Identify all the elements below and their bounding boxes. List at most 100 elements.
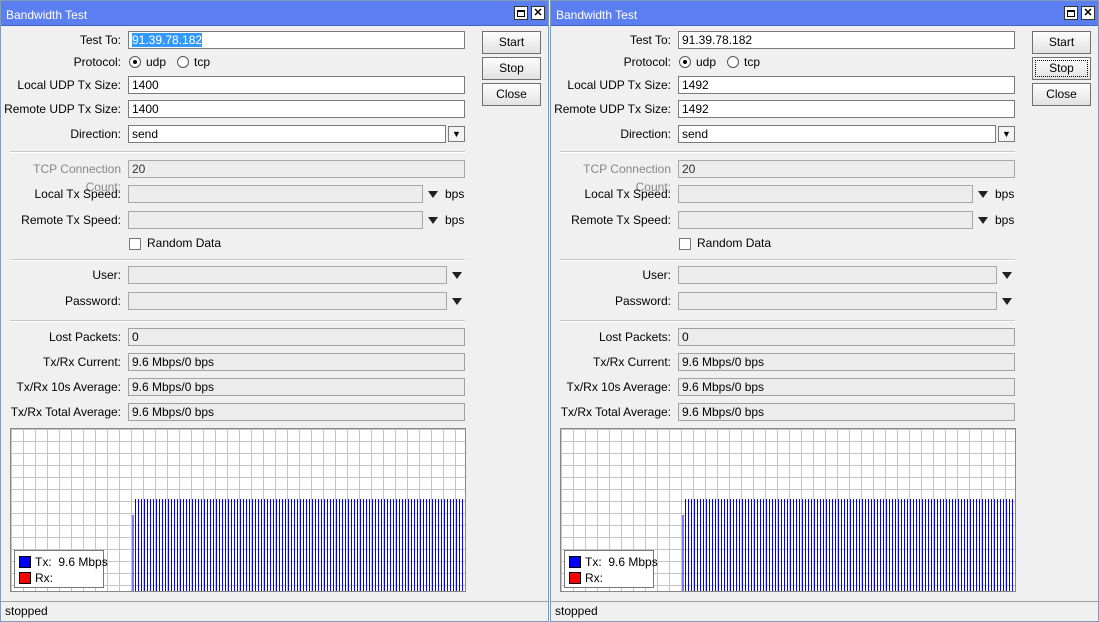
tcp-connection-count-input[interactable]: 20 xyxy=(678,160,1015,178)
bandwidth-test-window-1: Bandwidth Test ✕ Test To: 91.39.78.182 P… xyxy=(0,0,549,622)
direction-dropdown-icon[interactable]: ▼ xyxy=(448,126,465,142)
start-button[interactable]: Start xyxy=(482,31,541,54)
txrx-current-value: 9.6 Mbps/0 bps xyxy=(678,353,1015,371)
lost-packets-value: 0 xyxy=(678,328,1015,346)
password-label: Password: xyxy=(64,294,121,308)
user-input[interactable] xyxy=(678,266,997,284)
local-tx-speed-label: Local Tx Speed: xyxy=(34,187,121,201)
tcp-connection-count-label: TCP Connection Count: xyxy=(583,162,671,194)
password-input[interactable] xyxy=(678,292,997,310)
local-tx-speed-label: Local Tx Speed: xyxy=(584,187,671,201)
graph-legend: Tx: 9.6 Mbps Rx: xyxy=(564,550,658,588)
separator xyxy=(560,259,1015,261)
remote-tx-speed-label: Remote Tx Speed: xyxy=(21,213,121,227)
separator xyxy=(560,320,1015,322)
close-icon[interactable]: ✕ xyxy=(531,6,545,20)
protocol-tcp-label: tcp xyxy=(744,55,761,69)
remote-tx-speed-input[interactable] xyxy=(678,211,973,229)
local-udp-tx-size-label: Local UDP Tx Size: xyxy=(567,78,671,92)
password-dropdown-icon[interactable] xyxy=(1002,298,1012,305)
tcp-connection-count-label: TCP Connection Count: xyxy=(33,162,121,194)
traffic-graph: Tx: 9.6 Mbps Rx: xyxy=(10,428,466,592)
local-tx-speed-unit: bps xyxy=(445,187,465,201)
lost-packets-value: 0 xyxy=(128,328,465,346)
protocol-udp-radio[interactable] xyxy=(129,56,141,68)
password-input[interactable] xyxy=(128,292,447,310)
rx-legend-label: Rx: xyxy=(585,571,603,585)
test-to-label: Test To: xyxy=(79,33,121,47)
direction-dropdown-icon[interactable]: ▼ xyxy=(998,126,1015,142)
user-label: User: xyxy=(92,268,121,282)
close-button[interactable]: Close xyxy=(482,83,541,106)
protocol-tcp-radio[interactable] xyxy=(177,56,189,68)
test-to-value: 91.39.78.182 xyxy=(682,33,753,47)
tx-legend-text: Tx: 9.6 Mbps xyxy=(35,555,108,569)
lost-packets-label: Lost Packets: xyxy=(48,330,121,344)
close-button[interactable]: Close xyxy=(1032,83,1091,106)
tx-legend-swatch xyxy=(19,556,31,568)
direction-select[interactable]: send xyxy=(678,125,996,143)
tx-legend-label: Tx: xyxy=(585,555,602,569)
direction-label: Direction: xyxy=(70,127,121,141)
local-tx-speed-input[interactable] xyxy=(128,185,423,203)
password-dropdown-icon[interactable] xyxy=(452,298,462,305)
remote-tx-speed-input[interactable] xyxy=(128,211,423,229)
protocol-tcp-radio[interactable] xyxy=(727,56,739,68)
close-icon[interactable]: ✕ xyxy=(1081,6,1095,20)
tx-legend-label: Tx: xyxy=(35,555,52,569)
txrx-10s-average-value: 9.6 Mbps/0 bps xyxy=(678,378,1015,396)
random-data-label: Random Data xyxy=(697,236,772,250)
stop-button[interactable]: Stop xyxy=(1032,57,1091,80)
maximize-icon[interactable] xyxy=(1064,6,1078,20)
graph-legend: Tx: 9.6 Mbps Rx: xyxy=(14,550,108,588)
user-dropdown-icon[interactable] xyxy=(452,272,462,279)
txrx-total-average-value: 9.6 Mbps/0 bps xyxy=(128,403,465,421)
random-data-label: Random Data xyxy=(147,236,222,250)
user-label: User: xyxy=(642,268,671,282)
random-data-checkbox[interactable] xyxy=(129,238,141,250)
local-tx-speed-input[interactable] xyxy=(678,185,973,203)
separator xyxy=(10,320,465,322)
protocol-tcp-label: tcp xyxy=(194,55,211,69)
tx-legend-text: Tx: 9.6 Mbps xyxy=(585,555,658,569)
txrx-total-average-value: 9.6 Mbps/0 bps xyxy=(678,403,1015,421)
test-to-input[interactable]: 91.39.78.182 xyxy=(678,31,1015,49)
local-tx-speed-unit: bps xyxy=(995,187,1015,201)
test-to-input[interactable]: 91.39.78.182 xyxy=(128,31,465,49)
direction-select[interactable]: send xyxy=(128,125,446,143)
tx-legend-value: 9.6 Mbps xyxy=(608,555,658,569)
remote-udp-tx-size-label: Remote UDP Tx Size: xyxy=(4,102,121,116)
tcp-connection-count-input[interactable]: 20 xyxy=(128,160,465,178)
txrx-current-label: Tx/Rx Current: xyxy=(592,355,671,369)
txrx-current-label: Tx/Rx Current: xyxy=(42,355,121,369)
remote-tx-speed-dropdown-icon[interactable] xyxy=(978,217,988,224)
start-button[interactable]: Start xyxy=(1032,31,1091,54)
protocol-label: Protocol: xyxy=(623,55,671,69)
test-to-label: Test To: xyxy=(629,33,671,47)
separator xyxy=(560,151,1015,153)
status-bar: stopped xyxy=(551,601,1098,621)
stop-button[interactable]: Stop xyxy=(482,57,541,80)
remote-udp-tx-size-input[interactable]: 1400 xyxy=(128,100,465,118)
protocol-udp-radio[interactable] xyxy=(679,56,691,68)
maximize-icon[interactable] xyxy=(514,6,528,20)
remote-tx-speed-unit: bps xyxy=(995,213,1015,227)
user-dropdown-icon[interactable] xyxy=(1002,272,1012,279)
remote-tx-speed-dropdown-icon[interactable] xyxy=(428,217,438,224)
window-titlebar[interactable]: Bandwidth Test ✕ xyxy=(551,1,1098,26)
tx-legend-value: 9.6 Mbps xyxy=(58,555,108,569)
window-titlebar[interactable]: Bandwidth Test ✕ xyxy=(1,1,548,26)
protocol-udp-label: udp xyxy=(696,55,717,69)
txrx-10s-average-value: 9.6 Mbps/0 bps xyxy=(128,378,465,396)
local-udp-tx-size-input[interactable]: 1400 xyxy=(128,76,465,94)
traffic-graph: Tx: 9.6 Mbps Rx: xyxy=(560,428,1016,592)
random-data-checkbox[interactable] xyxy=(679,238,691,250)
remote-tx-speed-unit: bps xyxy=(445,213,465,227)
local-udp-tx-size-input[interactable]: 1492 xyxy=(678,76,1015,94)
bandwidth-test-window-2: Bandwidth Test ✕ Test To: 91.39.78.182 P… xyxy=(550,0,1099,622)
local-tx-speed-dropdown-icon[interactable] xyxy=(978,191,988,198)
user-input[interactable] xyxy=(128,266,447,284)
local-tx-speed-dropdown-icon[interactable] xyxy=(428,191,438,198)
window-title: Bandwidth Test xyxy=(6,8,88,22)
remote-udp-tx-size-input[interactable]: 1492 xyxy=(678,100,1015,118)
